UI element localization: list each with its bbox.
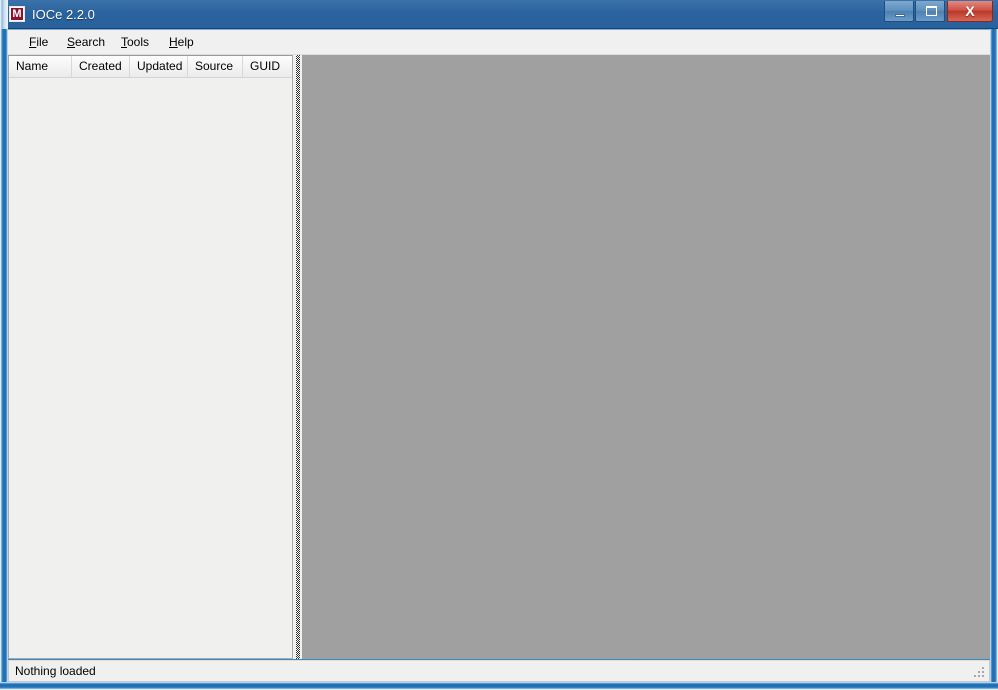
menu-item-tools[interactable]: Tools [112, 30, 158, 55]
close-icon: X [965, 3, 975, 19]
close-button[interactable]: X [947, 1, 993, 22]
column-header-source[interactable]: Source [188, 56, 243, 77]
menu-label-file: ile [36, 35, 49, 49]
menu-label-tools: ools [127, 35, 150, 49]
column-header-guid[interactable]: GUID [243, 56, 292, 77]
minimize-icon [895, 14, 905, 17]
minimize-button[interactable] [884, 1, 914, 22]
menu-item-file[interactable]: File [20, 30, 57, 55]
maximize-icon [926, 6, 937, 16]
menu-accel-search: S [67, 35, 76, 49]
splitter-grip-icon [296, 55, 300, 659]
menu-bar: File Search Tools Help [8, 30, 990, 55]
column-header-updated[interactable]: Updated [130, 56, 188, 77]
column-header-name[interactable]: Name [9, 56, 72, 77]
status-message: Nothing loaded [15, 664, 96, 678]
ioc-list-panel[interactable]: Name Created Updated Source GUID [8, 55, 293, 659]
menu-accel-help: H [169, 35, 178, 49]
app-icon[interactable]: M [9, 6, 25, 22]
window-frame-left [0, 29, 8, 684]
menu-label-help: elp [177, 35, 194, 49]
resize-grip-icon[interactable] [973, 666, 986, 679]
menu-item-search[interactable]: Search [58, 30, 114, 55]
application-window: M IOCe 2.2.0 X File Search Tools Help Na… [0, 0, 998, 690]
status-bar: Nothing loaded [8, 660, 990, 682]
panel-splitter[interactable] [294, 55, 302, 659]
maximize-button[interactable] [915, 1, 945, 22]
menu-item-help[interactable]: Help [160, 30, 203, 55]
client-area: Name Created Updated Source GUID [8, 55, 990, 659]
window-frame-right [990, 29, 998, 684]
ioc-list-header: Name Created Updated Source GUID [9, 56, 292, 78]
ioc-detail-panel[interactable] [302, 55, 990, 659]
column-header-created[interactable]: Created [72, 56, 130, 77]
window-frame-bottom [0, 682, 998, 690]
menu-label-search: earch [75, 35, 106, 49]
window-title: IOCe 2.2.0 [32, 7, 95, 22]
title-bar[interactable]: M IOCe 2.2.0 X [0, 0, 998, 29]
app-icon-glyph: M [12, 8, 22, 20]
ioc-list-body[interactable] [9, 78, 292, 658]
